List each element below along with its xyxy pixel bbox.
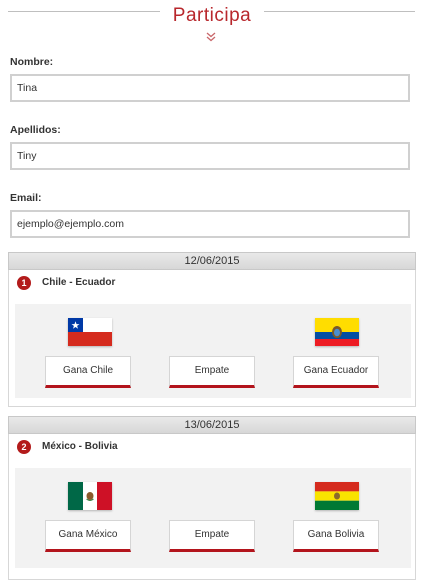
mexico-flag-icon [68,482,112,510]
match-body: 2 México - Bolivia Gana México Empate Ga… [8,434,416,580]
gana-bolivia-button[interactable]: Gana Bolivia [293,520,379,552]
match-teams: Chile - Ecuador [42,277,116,288]
ecuador-flag-icon [315,318,359,346]
gana-mexico-button[interactable]: Gana México [45,520,131,552]
match-number-badge: 2 [17,440,31,454]
header-divider-right [264,11,415,12]
bolivia-flag-icon [315,482,359,510]
match-card: 12/06/2015 1 Chile - Ecuador Gana Chile … [8,252,416,407]
prediction-panel: Gana México Empate Gana Bolivia [15,468,411,568]
prediction-panel: Gana Chile Empate Gana Ecuador [15,304,411,398]
participa-header: Participa [0,0,422,48]
match-body: 1 Chile - Ecuador Gana Chile Empate Gana… [8,270,416,407]
match-number-badge: 1 [17,276,31,290]
match-teams: México - Bolivia [42,441,118,452]
double-chevron-down-icon [206,32,216,42]
email-input[interactable] [10,210,410,238]
apellidos-input[interactable] [10,142,410,170]
page-title: Participa [172,5,252,26]
empate-button[interactable]: Empate [169,356,255,388]
gana-ecuador-button[interactable]: Gana Ecuador [293,356,379,388]
gana-chile-button[interactable]: Gana Chile [45,356,131,388]
chile-flag-icon [68,318,112,346]
apellidos-label: Apellidos: [10,124,61,136]
match-card: 13/06/2015 2 México - Bolivia Gana Méxic… [8,416,416,580]
email-label: Email: [10,192,42,204]
match-date: 13/06/2015 [8,416,416,434]
empate-button[interactable]: Empate [169,520,255,552]
nombre-label: Nombre: [10,56,54,68]
nombre-input[interactable] [10,74,410,102]
match-date: 12/06/2015 [8,252,416,270]
header-divider-left [8,11,160,12]
